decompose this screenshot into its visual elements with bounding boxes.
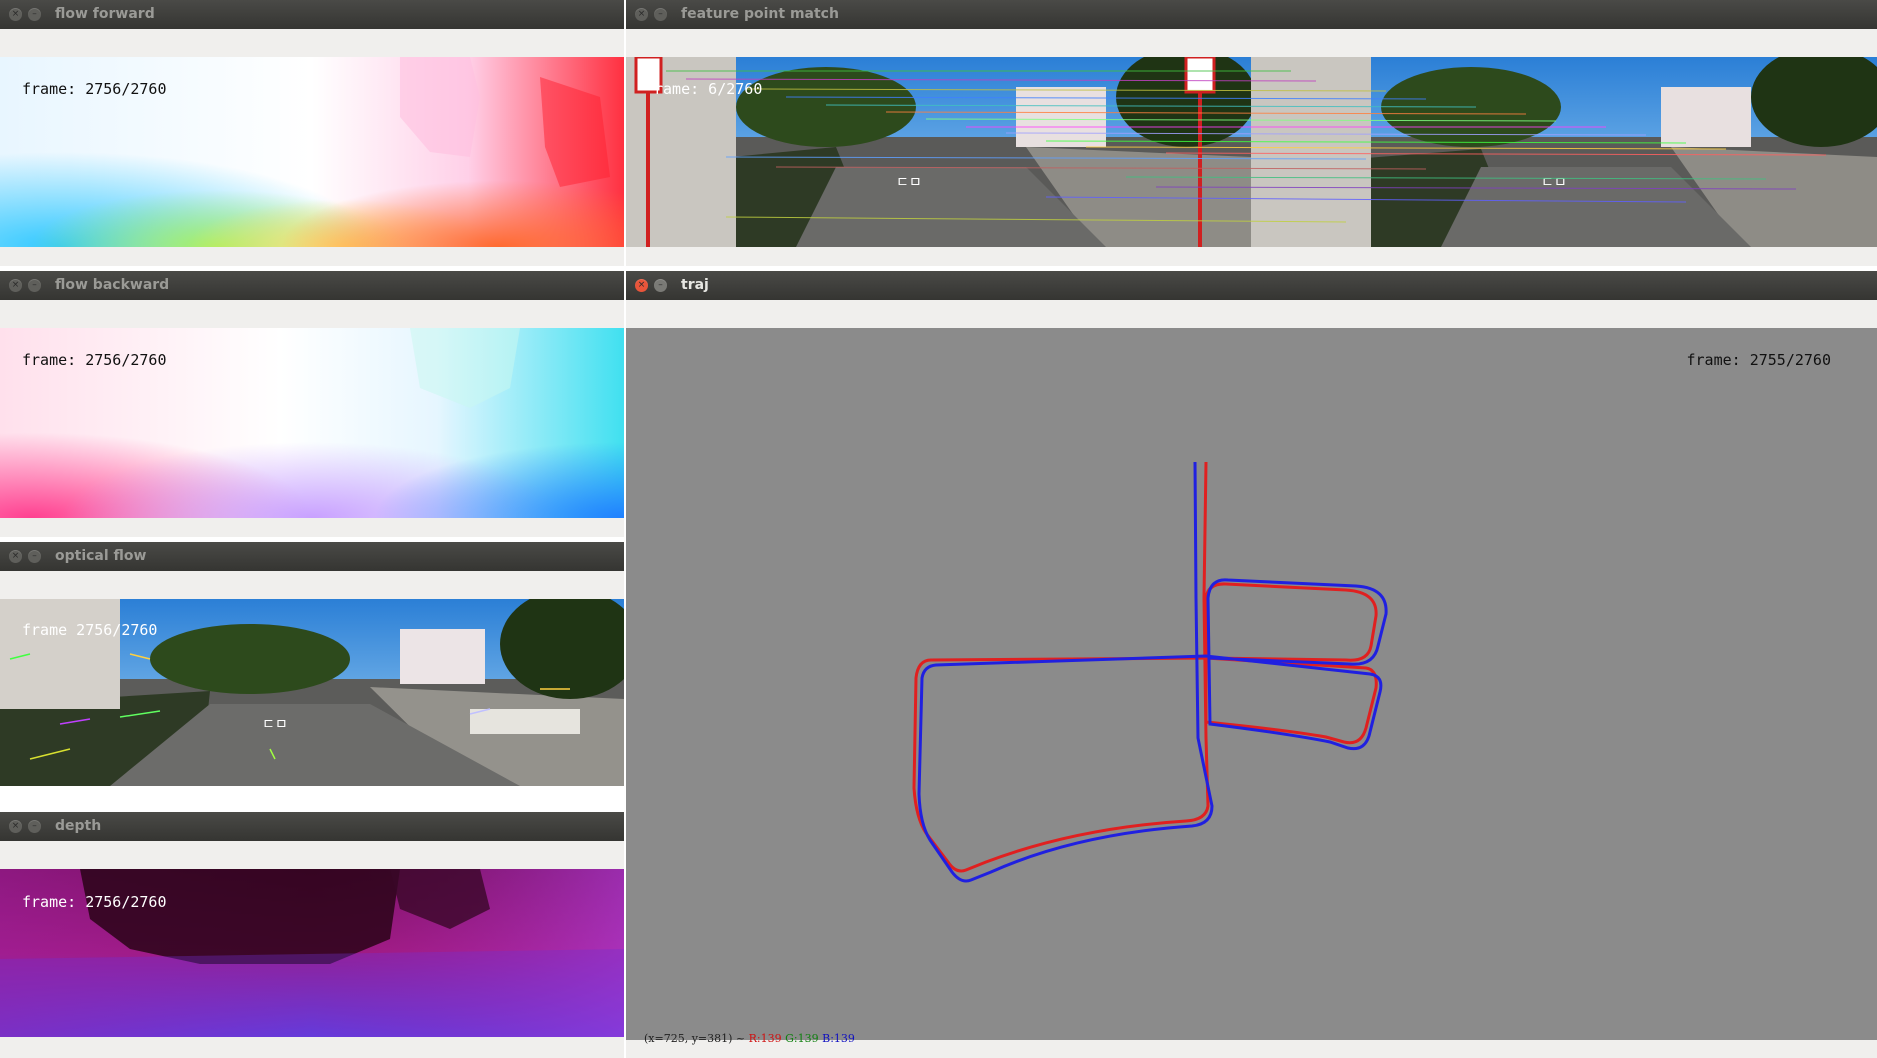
close-icon[interactable]: × [9, 8, 22, 21]
estimated-trajectory [917, 461, 1388, 883]
window-title: flow backward [55, 277, 170, 293]
svg-text:ㄷㅁ: ㄷㅁ [262, 717, 288, 733]
flow-backward-image: frame: 2756/2760 [0, 328, 624, 518]
frame-counter: rame: 6/2760 [654, 80, 763, 98]
close-icon[interactable]: × [635, 8, 648, 21]
minimize-icon[interactable]: – [28, 550, 41, 563]
pixel-b: B:139 [822, 1032, 855, 1045]
window-title: traj [681, 277, 709, 293]
cursor-position: (x=725, y=381) ~ [644, 1032, 749, 1045]
trajectory-canvas[interactable]: frame: 2755/2760 [626, 328, 1877, 1040]
titlebar[interactable]: × – flow backward [0, 271, 624, 300]
window-title: depth [55, 818, 102, 834]
toolbar [0, 300, 624, 328]
depth-window: × – depth frame: 2756/2760 [0, 812, 624, 1058]
feature-match-image: ㄷㅁ ㄷㅁ rame: 6/2760 [626, 57, 1877, 247]
depth-image: frame: 2756/2760 [0, 869, 624, 1037]
frame-counter: frame: 2756/2760 [22, 351, 167, 369]
minimize-icon[interactable]: – [28, 279, 41, 292]
toolbar [0, 841, 624, 869]
titlebar[interactable]: × – depth [0, 812, 624, 841]
toolbar [0, 29, 624, 57]
toolbar [0, 571, 624, 599]
flow-forward-image: frame: 2756/2760 [0, 57, 624, 247]
titlebar[interactable]: × – optical flow [0, 542, 624, 571]
toolbar [626, 29, 1877, 57]
toolbar [626, 300, 1877, 328]
window-title: optical flow [55, 548, 147, 564]
minimize-icon[interactable]: – [28, 8, 41, 21]
pixel-g: G:139 [785, 1032, 819, 1045]
optical-flow-image: ㄷㅁ frame 2756/2760 [0, 599, 624, 786]
close-icon[interactable]: × [9, 279, 22, 292]
close-icon[interactable]: × [9, 550, 22, 563]
titlebar[interactable]: × – flow forward [0, 0, 624, 29]
frame-counter: frame 2756/2760 [22, 621, 158, 639]
frame-counter: frame: 2756/2760 [22, 893, 167, 911]
frame-counter: frame: 2756/2760 [22, 80, 167, 98]
window-title: feature point match [681, 6, 839, 22]
close-icon[interactable]: × [9, 820, 22, 833]
minimize-icon[interactable]: – [28, 820, 41, 833]
traj-window: × – traj frame: 2755/2760 (x=725, y=381)… [626, 271, 1877, 1058]
close-icon[interactable]: × [635, 279, 648, 292]
flow-backward-window: × – flow backward frame: 2756/2760 [0, 271, 624, 537]
frame-counter: frame: 2755/2760 [1686, 351, 1832, 369]
flow-forward-window: × – flow forward frame: 2756/2760 [0, 0, 624, 266]
titlebar[interactable]: × – traj [626, 271, 1877, 300]
svg-text:ㄷㅁ: ㄷㅁ [896, 175, 922, 191]
titlebar[interactable]: × – feature point match [626, 0, 1877, 29]
status-bar: (x=725, y=381) ~ R:139 G:139 B:139 [630, 1019, 855, 1058]
pixel-r: R:139 [748, 1032, 782, 1045]
optical-flow-window: × – optical flow ㄷㅁ frame 2756/2760 [0, 542, 624, 786]
feature-match-window: × – feature point match ㄷㅁ ㄷㅁ rame: 6/27… [626, 0, 1877, 266]
minimize-icon[interactable]: – [654, 279, 667, 292]
minimize-icon[interactable]: – [654, 8, 667, 21]
window-title: flow forward [55, 6, 155, 22]
